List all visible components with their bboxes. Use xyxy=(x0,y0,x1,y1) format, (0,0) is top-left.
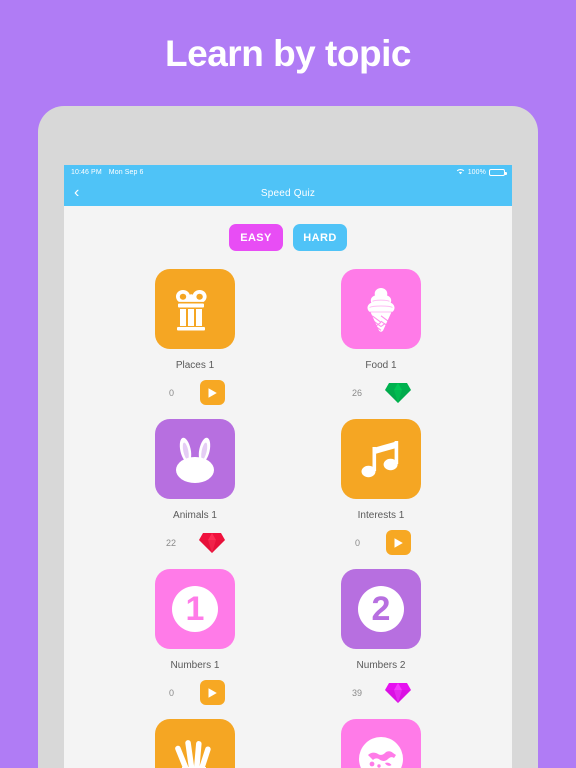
topic-score: 0 xyxy=(354,537,360,548)
topic-tile-food-1[interactable] xyxy=(341,269,421,349)
hand-icon xyxy=(169,733,221,768)
greek-column-icon xyxy=(169,283,221,335)
rabbit-icon xyxy=(169,433,221,485)
topic-grid: Places 1 0 Food 1 26 Animals 1 22 Intere… xyxy=(64,251,512,768)
globe-icon xyxy=(355,733,407,768)
number-one-icon: 1 xyxy=(169,583,221,635)
tablet-device-frame: 10:46 PM Mon Sep 6 100% ‹ Speed Quiz EAS… xyxy=(38,106,538,768)
status-bar: 10:46 PM Mon Sep 6 100% xyxy=(64,165,512,180)
gem-icon[interactable] xyxy=(385,380,411,405)
topic-cell-interests-1: Interests 1 0 xyxy=(288,419,474,555)
topic-label: Interests 1 xyxy=(357,510,405,521)
gem-icon[interactable] xyxy=(385,680,411,705)
nav-title: Speed Quiz xyxy=(260,187,316,199)
topic-cell-food-1: Food 1 26 xyxy=(288,269,474,405)
page-title: Learn by topic xyxy=(165,33,411,74)
topic-tile-places-1[interactable] xyxy=(155,269,235,349)
difficulty-hard-button[interactable]: HARD xyxy=(293,224,347,251)
topic-label: Food 1 xyxy=(365,360,397,371)
topic-tile-animals-1[interactable] xyxy=(155,419,235,499)
topic-tile-numbers-2[interactable]: 2 xyxy=(341,569,421,649)
play-icon[interactable] xyxy=(385,530,411,555)
play-icon[interactable] xyxy=(199,380,225,405)
topic-score-row: 26 xyxy=(341,380,421,405)
battery-percent-label: 100% xyxy=(467,169,486,176)
battery-icon xyxy=(489,169,507,176)
difficulty-easy-button[interactable]: EASY xyxy=(229,224,283,251)
topic-score-row: 0 xyxy=(155,680,235,705)
topic-score-row: 39 xyxy=(341,680,421,705)
status-date: Mon Sep 6 xyxy=(108,169,144,176)
topic-score-row: 0 xyxy=(341,530,421,555)
topic-label: Places 1 xyxy=(175,360,215,371)
topic-label: Animals 1 xyxy=(173,510,217,521)
ice-cream-cone-icon xyxy=(355,283,407,335)
topic-cell-nature-1 xyxy=(288,719,474,768)
play-icon[interactable] xyxy=(199,680,225,705)
topic-score: 26 xyxy=(351,387,362,398)
difficulty-toggle-group: EASY HARD xyxy=(64,206,512,251)
wifi-icon xyxy=(456,168,465,177)
svg-text:1: 1 xyxy=(186,590,205,628)
svg-text:2: 2 xyxy=(372,590,391,628)
topic-cell-animals-1: Animals 1 22 xyxy=(102,419,288,555)
topic-list-scroll-area[interactable]: EASY HARD Places 1 0 Food 1 26 Animals 1… xyxy=(64,206,512,768)
topic-cell-numbers-2: 2 Numbers 2 39 xyxy=(288,569,474,705)
topic-cell-places-1: Places 1 0 xyxy=(102,269,288,405)
top-bar: 10:46 PM Mon Sep 6 100% ‹ Speed Quiz xyxy=(64,165,512,206)
topic-tile-interests-1[interactable] xyxy=(341,419,421,499)
topic-label: Numbers 1 xyxy=(170,660,220,671)
topic-score: 0 xyxy=(168,687,174,698)
gem-icon[interactable] xyxy=(199,530,225,555)
topic-score-row: 22 xyxy=(155,530,235,555)
topic-score-row: 0 xyxy=(155,380,235,405)
status-time: 10:46 PM xyxy=(71,169,102,176)
number-two-icon: 2 xyxy=(355,583,407,635)
topic-tile-numbers-1[interactable]: 1 xyxy=(155,569,235,649)
topic-cell-numbers-1: 1 Numbers 1 0 xyxy=(102,569,288,705)
topic-tile-body-1[interactable] xyxy=(155,719,235,768)
music-note-icon xyxy=(355,433,407,485)
tablet-screen: 10:46 PM Mon Sep 6 100% ‹ Speed Quiz EAS… xyxy=(64,165,512,768)
topic-tile-nature-1[interactable] xyxy=(341,719,421,768)
topic-score: 22 xyxy=(165,537,176,548)
topic-cell-body-1 xyxy=(102,719,288,768)
topic-label: Numbers 2 xyxy=(356,660,406,671)
nav-bar: ‹ Speed Quiz xyxy=(64,180,512,206)
topic-score: 0 xyxy=(168,387,174,398)
topic-score: 39 xyxy=(351,687,362,698)
